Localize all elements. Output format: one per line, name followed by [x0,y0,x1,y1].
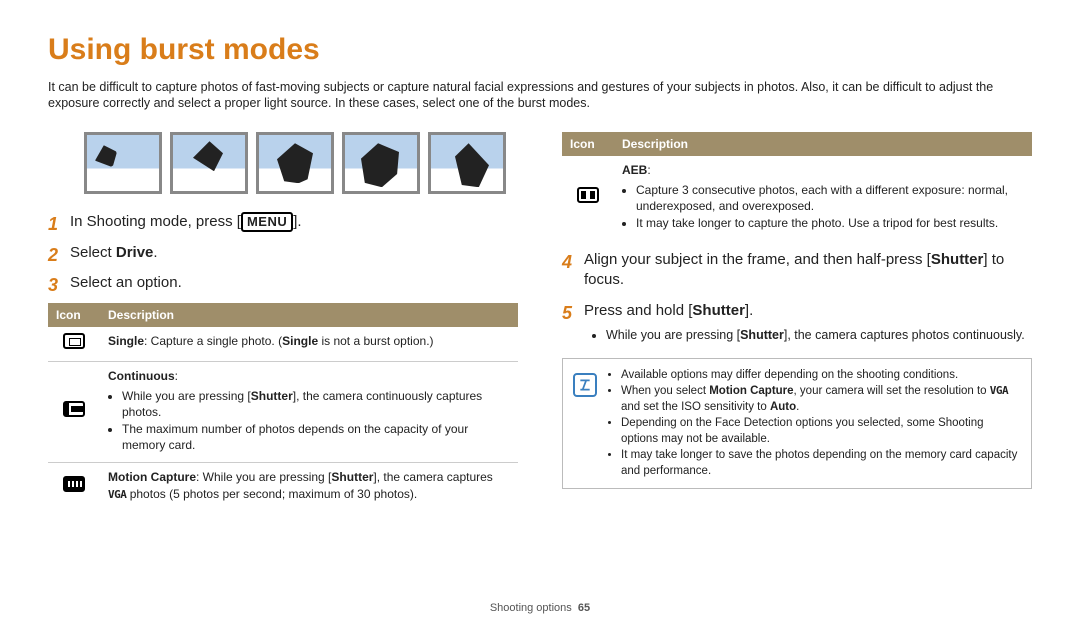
table-row: AEB: Capture 3 consecutive photos, each … [562,156,1032,240]
table-row: Continuous: While you are pressing [Shut… [48,362,518,463]
menu-button-icon: MENU [241,212,293,232]
table-row: Single: Capture a single photo. (Single … [48,327,518,362]
single-mode-icon [63,333,85,349]
page-footer: Shooting options 65 [0,601,1080,616]
th-icon: Icon [48,303,100,327]
step-3: Select an option. [48,273,518,293]
th-desc: Description [614,132,1032,156]
note-item: It may take longer to save the photos de… [621,448,1021,479]
note-item: Available options may differ depending o… [621,368,1021,384]
note-item: Depending on the Face Detection options … [621,416,1021,447]
vga-icon: VGA [108,488,126,501]
table-row: Motion Capture: While you are pressing [… [48,463,518,511]
page-title: Using burst modes [48,30,1032,71]
burst-frame-4 [342,132,420,194]
burst-frame-1 [84,132,162,194]
note-icon [573,373,597,397]
intro-paragraph: It can be difficult to capture photos of… [48,79,1032,113]
right-options-table: Icon Description AEB: Capture 3 consecut… [562,132,1032,240]
note-item: When you select Motion Capture, your cam… [621,384,1021,415]
vga-icon: VGA [990,384,1008,397]
th-icon: Icon [562,132,614,156]
step-5: Press and hold [Shutter]. While you are … [562,301,1032,344]
continuous-mode-icon [63,401,85,417]
burst-frame-2 [170,132,248,194]
left-options-table: Icon Description Single: Capture a singl… [48,303,518,510]
burst-frame-3 [256,132,334,194]
burst-frame-5 [428,132,506,194]
right-column: Icon Description AEB: Capture 3 consecut… [562,128,1032,510]
step-1: In Shooting mode, press [MENU]. [48,212,518,232]
th-desc: Description [100,303,518,327]
step-2: Select Drive. [48,243,518,263]
aeb-mode-icon [577,187,599,203]
burst-illustration [84,132,518,194]
step-4: Align your subject in the frame, and the… [562,250,1032,291]
note-box: Available options may differ depending o… [562,358,1032,490]
motion-capture-mode-icon [63,476,85,492]
left-column: In Shooting mode, press [MENU]. Select D… [48,128,518,510]
